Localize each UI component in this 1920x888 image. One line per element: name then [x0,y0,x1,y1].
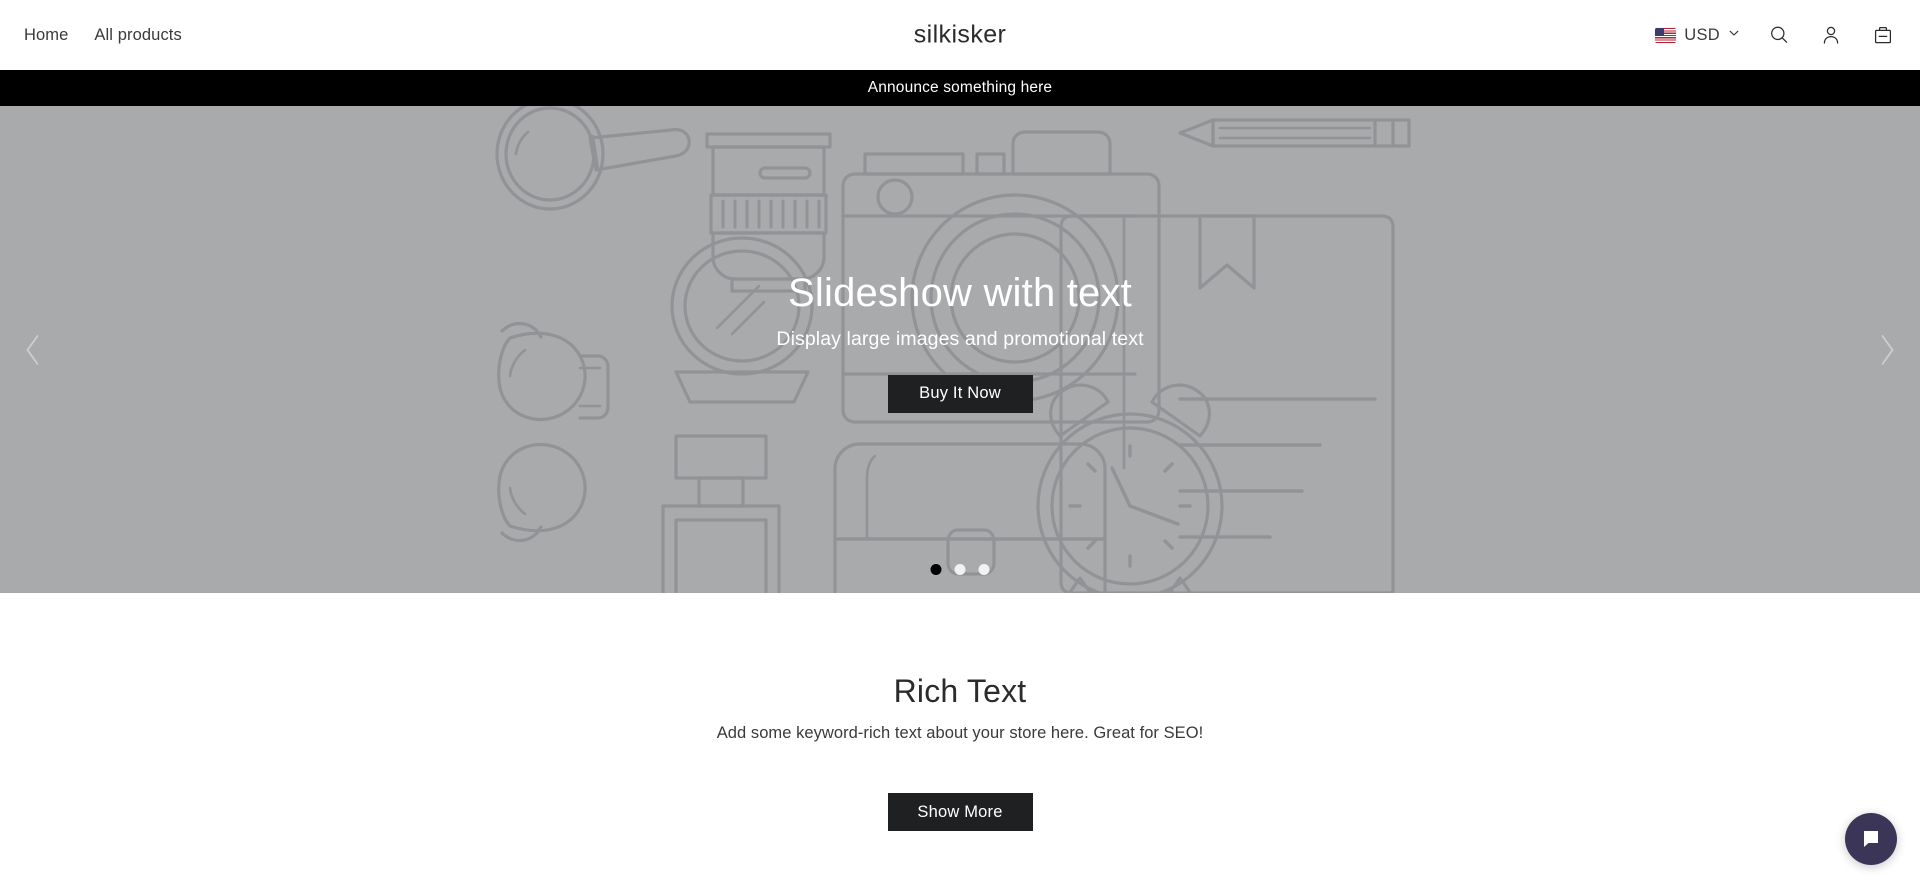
chat-bubble-icon [1860,827,1882,852]
rich-text-button-wrap: Show More [0,769,1920,831]
slideshow-dot-3[interactable] [978,564,990,575]
show-more-button[interactable]: Show More [887,793,1033,831]
primary-navigation: Home All products [24,26,182,45]
rich-text-title: Rich Text [893,673,1027,709]
slideshow-prev-button[interactable] [8,320,58,380]
rich-text-body: Add some keyword-rich text about your st… [716,724,1204,742]
nav-link-all-products[interactable]: All products [94,26,181,45]
slide-title: Slideshow with text [788,270,1132,315]
account-icon[interactable] [1818,22,1844,48]
announcement-text: Announce something here [867,79,1053,96]
slideshow-next-button[interactable] [1862,320,1912,380]
announcement-bar: Announce something here [0,70,1920,106]
slide-content: Slideshow with text Display large images… [0,106,1920,593]
chevron-right-icon [1881,334,1894,365]
rich-text-section: Rich Text Add some keyword-rich text abo… [0,593,1920,831]
currency-selector[interactable]: USD [1655,26,1740,45]
currency-label: USD [1684,25,1720,44]
slideshow-pagination [930,564,990,575]
site-header: Home All products silkisker USD [0,0,1920,70]
hero-slideshow: Slideshow with text Display large images… [0,106,1920,593]
slideshow-dot-1[interactable] [930,564,942,575]
chevron-down-icon [1728,26,1740,44]
site-logo[interactable]: silkisker [914,21,1007,50]
cart-icon[interactable] [1870,22,1896,48]
nav-link-home[interactable]: Home [24,26,68,45]
chat-widget-button[interactable] [1845,813,1897,865]
slide-subtitle: Display large images and promotional tex… [776,327,1144,350]
buy-it-now-button[interactable]: Buy It Now [887,374,1033,413]
search-icon[interactable] [1766,22,1792,48]
header-utility-nav: USD [1655,22,1896,48]
us-flag-icon [1655,27,1677,43]
chevron-left-icon [26,334,39,365]
slideshow-dot-2[interactable] [954,564,966,575]
